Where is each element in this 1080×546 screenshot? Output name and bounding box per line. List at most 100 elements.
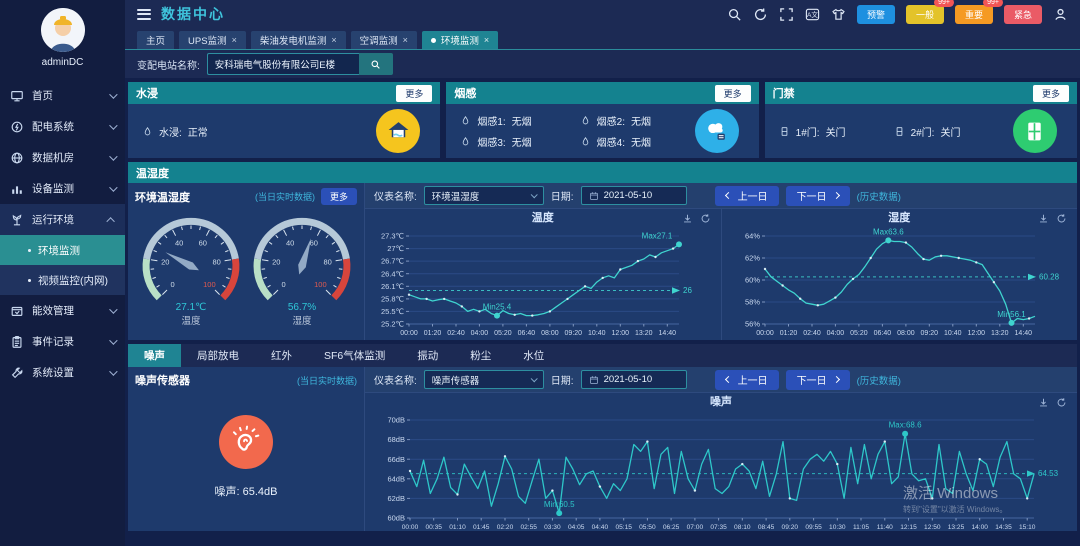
fullscreen-icon[interactable] — [779, 7, 794, 22]
card-2: 门禁更多1#门:关门2#门:关门 — [765, 82, 1077, 158]
close-icon[interactable]: × — [484, 35, 489, 45]
sidebar-item-0[interactable]: 首页 — [0, 80, 125, 111]
sensor-tab-5[interactable]: 粉尘 — [454, 344, 507, 367]
sensor-tab-4[interactable]: 振动 — [401, 344, 454, 367]
svg-text:15:10: 15:10 — [1019, 524, 1036, 531]
temp-humidity-next-day-button[interactable]: 下一日 — [786, 186, 850, 206]
sensor-tab-3[interactable]: SF6气体监测 — [308, 344, 401, 367]
sidebar-menu: 首页配电系统数据机房设备监测运行环境环境监测视频监控(内网)能效管理事件记录系统… — [0, 80, 125, 388]
sidebar-item-7[interactable]: 系统设置 — [0, 357, 125, 388]
svg-text:58%: 58% — [745, 298, 760, 307]
temperature-chart[interactable]: 27.3℃27℃26.7℃26.4℃26.1℃25.8℃25.5℃25.2℃00… — [369, 226, 717, 338]
refresh-icon[interactable] — [753, 7, 768, 22]
alarm-button-1[interactable]: 一般99+ — [906, 5, 944, 24]
svg-text:00:00: 00:00 — [402, 524, 419, 531]
svg-text:01:20: 01:20 — [423, 330, 441, 337]
noise-next-day-button[interactable]: 下一日 — [786, 370, 850, 390]
sidebar-item-6[interactable]: 事件记录 — [0, 326, 125, 357]
humidity-chart[interactable]: 64%62%60%58%56%00:0001:2002:4004:0005:20… — [725, 226, 1073, 338]
noise-date-picker[interactable]: 2021-05-10 — [581, 370, 687, 389]
temp-humidity-date-picker[interactable]: 2021-05-10 — [581, 186, 687, 205]
svg-text:05:50: 05:50 — [639, 524, 656, 531]
alarm-badge: 99+ — [983, 0, 1003, 7]
sensor-tab-6[interactable]: 水位 — [507, 344, 560, 367]
download-icon[interactable] — [1038, 213, 1049, 224]
close-icon[interactable]: × — [331, 35, 336, 45]
refresh-icon[interactable] — [700, 213, 711, 224]
user-icon[interactable] — [1053, 7, 1068, 22]
tab-bar: 主页 UPS监测× 柴油发电机监测× 空调监测× 环境监测 × — [125, 28, 1080, 50]
svg-text:09:20: 09:20 — [921, 330, 939, 337]
noise-controls: 仪表名称:噪声传感器日期:2021-05-10上一日下一日(历史数据) — [365, 367, 1077, 393]
svg-text:25.5℃: 25.5℃ — [381, 307, 404, 316]
search-icon[interactable] — [727, 7, 742, 22]
more-button[interactable]: 更多 — [321, 188, 357, 205]
temp-humidity-section: 温湿度 环境温湿度 (当日实时数据) 更多 02040608010027.1℃温… — [128, 162, 1077, 340]
sidebar-item-4[interactable]: 运行环境 — [0, 204, 125, 235]
next-label: 下一日 — [797, 188, 827, 203]
realtime-data-link[interactable]: (当日实时数据) — [297, 374, 357, 387]
temp-humidity-history-link[interactable]: (历史数据) — [857, 189, 901, 203]
svg-text:04:05: 04:05 — [568, 524, 585, 531]
svg-text:64%: 64% — [745, 232, 760, 241]
theme-icon[interactable] — [831, 7, 846, 22]
card-title: 门禁 — [773, 85, 795, 101]
close-icon[interactable]: × — [403, 35, 408, 45]
item-name: 1#门: — [796, 124, 820, 139]
sidebar-item-1[interactable]: 配电系统 — [0, 111, 125, 142]
sidebar-item-2[interactable]: 数据机房 — [0, 142, 125, 173]
chevron-down-icon — [109, 336, 117, 344]
close-icon[interactable]: × — [232, 35, 237, 45]
noise-meter-select[interactable]: 噪声传感器 — [424, 370, 544, 389]
svg-text:Min56.1: Min56.1 — [998, 310, 1027, 319]
noise-chart[interactable]: 70dB68dB66dB64dB62dB60dB00:0000:3501:100… — [370, 410, 1072, 532]
refresh-icon[interactable] — [1056, 213, 1067, 224]
translate-icon[interactable]: A文 — [805, 7, 820, 22]
alarm-button-3[interactable]: 紧急 — [1004, 5, 1042, 24]
tab-label: 环境监测 — [441, 33, 479, 47]
svg-text:04:40: 04:40 — [592, 524, 609, 531]
selected-value: 环境温湿度 — [432, 189, 480, 203]
alarm-button-0[interactable]: 预警 — [857, 5, 895, 24]
svg-text:13:20: 13:20 — [991, 330, 1009, 337]
tab-1[interactable]: UPS监测× — [179, 31, 246, 49]
more-button[interactable]: 更多 — [715, 85, 751, 102]
sidebar-subitem-4-0[interactable]: 环境监测 — [0, 235, 125, 265]
noise-prev-day-button[interactable]: 上一日 — [715, 370, 779, 390]
refresh-icon[interactable] — [1056, 397, 1067, 408]
sensor-tab-0[interactable]: 噪声 — [128, 344, 181, 367]
svg-text:70dB: 70dB — [387, 416, 405, 425]
temp-humidity-meter-select[interactable]: 环境温湿度 — [424, 186, 544, 205]
sidebar-subitem-4-1[interactable]: 视频监控(内网) — [0, 265, 125, 295]
tab-4[interactable]: 环境监测 × — [422, 31, 498, 49]
data-room-icon — [10, 151, 24, 165]
sensor-tab-2[interactable]: 红外 — [255, 344, 308, 367]
settings-icon — [10, 366, 24, 380]
item-name: 烟感2: — [597, 113, 625, 128]
svg-text:27.1℃: 27.1℃ — [175, 302, 206, 313]
download-icon[interactable] — [1038, 397, 1049, 408]
svg-text:05:20: 05:20 — [850, 330, 868, 337]
sidebar-item-5[interactable]: 能效管理 — [0, 295, 125, 326]
more-button[interactable]: 更多 — [396, 85, 432, 102]
chevron-up-icon — [106, 217, 114, 225]
sensor-tab-1[interactable]: 局部放电 — [181, 344, 255, 367]
chevron-down-icon — [530, 191, 537, 198]
sidebar-item-3[interactable]: 设备监测 — [0, 173, 125, 204]
noise-history-link[interactable]: (历史数据) — [857, 373, 901, 387]
alarm-button-2[interactable]: 重要99+ — [955, 5, 993, 24]
tab-3[interactable]: 空调监测× — [351, 31, 417, 49]
realtime-data-link[interactable]: (当日实时数据) — [255, 190, 315, 203]
tab-0[interactable]: 主页 — [137, 31, 174, 49]
noise-meter-label: 仪表名称: — [374, 372, 417, 387]
more-button[interactable]: 更多 — [1033, 85, 1069, 102]
temp-humidity-prev-day-button[interactable]: 上一日 — [715, 186, 779, 206]
tab-2[interactable]: 柴油发电机监测× — [251, 31, 346, 49]
station-name-input[interactable] — [207, 53, 359, 75]
search-button[interactable] — [359, 53, 393, 75]
download-icon[interactable] — [682, 213, 693, 224]
energy-icon — [10, 304, 24, 318]
menu-toggle-icon[interactable] — [137, 9, 151, 20]
chevron-down-icon — [109, 367, 117, 375]
active-dot-icon — [431, 38, 436, 43]
